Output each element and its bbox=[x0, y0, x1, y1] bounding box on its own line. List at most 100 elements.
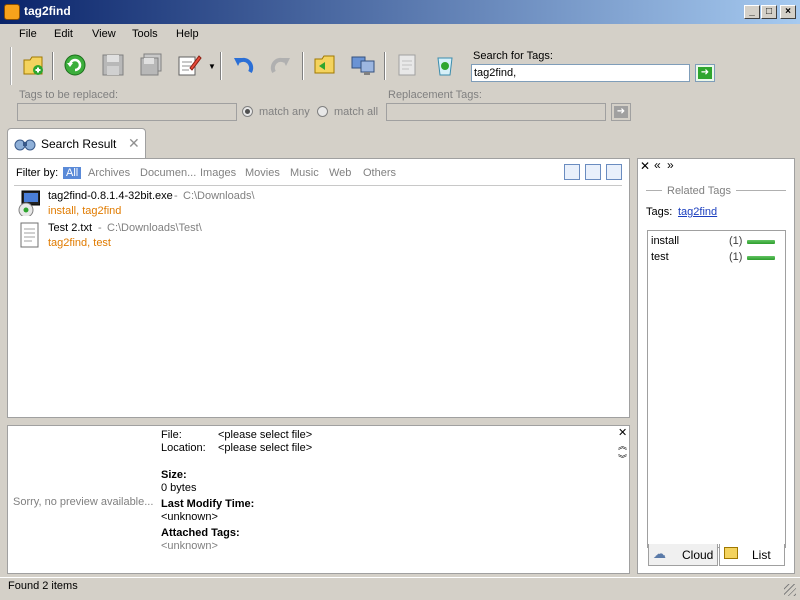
executable-icon bbox=[18, 190, 40, 216]
status-bar bbox=[0, 577, 800, 600]
chevron-down-icon[interactable]: ︾ bbox=[618, 452, 627, 465]
search-input[interactable] bbox=[471, 64, 690, 82]
location-value: <please select file> bbox=[218, 442, 313, 454]
view-thumbnails-icon[interactable] bbox=[585, 164, 601, 180]
tag-list bbox=[647, 230, 786, 548]
match-any-label[interactable]: match any bbox=[259, 106, 310, 118]
filter-music[interactable]: Music bbox=[290, 167, 319, 179]
binoculars-icon bbox=[14, 139, 36, 151]
computer-icon[interactable] bbox=[350, 52, 376, 78]
cloud-icon: ☁ bbox=[653, 546, 666, 561]
replacement-tags-input[interactable] bbox=[386, 103, 606, 121]
chevron-down-icon[interactable]: ▼ bbox=[208, 62, 216, 71]
title-bar[interactable] bbox=[0, 0, 800, 24]
filter-movies[interactable]: Movies bbox=[245, 167, 280, 179]
replace-go-button[interactable]: ➜ bbox=[611, 103, 631, 121]
filter-others[interactable]: Others bbox=[363, 167, 396, 179]
menu-edit[interactable]: Edit bbox=[54, 28, 73, 40]
filter-documents[interactable]: Documen... bbox=[140, 167, 196, 179]
filter-all[interactable]: All bbox=[63, 167, 82, 179]
tags-to-replace-input[interactable] bbox=[17, 103, 237, 121]
search-go-button[interactable]: ➜ bbox=[695, 64, 715, 82]
tag-link[interactable]: tag2find bbox=[678, 206, 717, 218]
tag-name: test bbox=[651, 251, 669, 263]
filter-web[interactable]: Web bbox=[329, 167, 351, 179]
tag-weight-bar bbox=[747, 256, 775, 260]
tab-label: Search Result bbox=[41, 137, 117, 151]
file-name: tag2find-0.8.1.4-32bit.exe bbox=[48, 190, 173, 202]
file-tags: install, tag2find bbox=[48, 205, 122, 217]
chevron-left-icon[interactable]: « bbox=[654, 158, 661, 172]
refresh-icon[interactable] bbox=[62, 52, 88, 78]
location-label: Location: bbox=[161, 442, 206, 454]
view-details-icon[interactable] bbox=[564, 164, 580, 180]
tab-list[interactable]: List bbox=[719, 544, 785, 566]
modify-time-label: Last Modify Time: bbox=[161, 498, 255, 510]
filter-images[interactable]: Images bbox=[200, 167, 236, 179]
view-list-icon[interactable] bbox=[606, 164, 622, 180]
file-path: C:\Downloads\Test\ bbox=[107, 222, 202, 234]
tab-list-label: List bbox=[752, 548, 771, 562]
redo-icon[interactable] bbox=[268, 52, 294, 78]
toolbar-separator bbox=[384, 52, 386, 80]
menu-view[interactable]: View bbox=[92, 28, 116, 40]
match-all-radio[interactable] bbox=[317, 106, 328, 117]
new-tag-icon[interactable] bbox=[20, 52, 46, 78]
chevron-right-icon[interactable]: » bbox=[667, 158, 674, 172]
tags-to-replace-label: Tags to be replaced: bbox=[19, 89, 119, 101]
divider bbox=[736, 190, 786, 191]
tag-count: (1) bbox=[729, 235, 743, 247]
toolbar-separator bbox=[302, 52, 304, 80]
tag-count: (1) bbox=[729, 251, 743, 263]
file-label: File: bbox=[161, 429, 182, 441]
search-label: Search for Tags: bbox=[473, 50, 553, 62]
menu-file[interactable]: File bbox=[19, 28, 37, 40]
divider bbox=[14, 185, 622, 186]
filter-label: Filter by: bbox=[16, 167, 59, 179]
minimize-button[interactable]: _ bbox=[744, 5, 760, 19]
menu-tools[interactable]: Tools bbox=[132, 28, 158, 40]
text-file-icon bbox=[20, 222, 39, 248]
edit-icon[interactable] bbox=[176, 52, 202, 78]
recycle-icon[interactable] bbox=[432, 52, 458, 78]
list-item[interactable]: test (1) bbox=[651, 251, 781, 265]
modify-time-value: <unknown> bbox=[161, 511, 218, 523]
list-item[interactable]: Test 2.txt - C:\Downloads\Test\ tag2find… bbox=[16, 222, 416, 252]
attached-tags-value: <unknown> bbox=[161, 540, 218, 552]
document-icon[interactable] bbox=[394, 52, 420, 78]
open-folder-icon[interactable] bbox=[312, 52, 338, 78]
match-all-label[interactable]: match all bbox=[334, 106, 378, 118]
filter-archives[interactable]: Archives bbox=[88, 167, 130, 179]
toolbar-separator bbox=[220, 52, 222, 80]
path-separator: - bbox=[174, 190, 178, 202]
resize-grip[interactable] bbox=[784, 584, 796, 596]
list-item[interactable]: tag2find-0.8.1.4-32bit.exe - C:\Download… bbox=[16, 190, 416, 220]
undo-icon[interactable] bbox=[230, 52, 256, 78]
menu-bar bbox=[0, 24, 800, 44]
list-item[interactable]: install (1) bbox=[651, 235, 781, 249]
tab-search-result[interactable]: Search Result ✕ bbox=[7, 128, 146, 158]
close-button[interactable]: × bbox=[780, 5, 796, 19]
divider bbox=[646, 190, 662, 191]
match-any-radio[interactable] bbox=[242, 106, 253, 117]
close-icon[interactable]: ✕ bbox=[640, 159, 650, 173]
chevron-up-icon[interactable]: ︽ bbox=[618, 439, 627, 452]
maximize-button[interactable]: □ bbox=[761, 5, 777, 19]
save-all-icon[interactable] bbox=[138, 52, 164, 78]
file-path: C:\Downloads\ bbox=[183, 190, 255, 202]
save-icon[interactable] bbox=[100, 52, 126, 78]
tag-name: install bbox=[651, 235, 680, 247]
tags-label: Tags: bbox=[646, 206, 673, 218]
related-tags-title: Related Tags bbox=[667, 185, 732, 197]
window-title: tag2find bbox=[24, 4, 71, 18]
tab-cloud[interactable]: ☁ Cloud bbox=[648, 544, 718, 566]
close-icon[interactable]: ✕ bbox=[618, 426, 627, 439]
size-value: 0 bytes bbox=[161, 482, 197, 494]
tag-weight-bar bbox=[747, 240, 775, 244]
attached-tags-label: Attached Tags: bbox=[161, 527, 240, 539]
file-tags: tag2find, test bbox=[48, 237, 111, 249]
close-icon[interactable]: ✕ bbox=[128, 135, 140, 152]
arrow-right-icon: ➜ bbox=[698, 67, 712, 79]
tab-cloud-label: Cloud bbox=[682, 548, 714, 562]
menu-help[interactable]: Help bbox=[176, 28, 199, 40]
